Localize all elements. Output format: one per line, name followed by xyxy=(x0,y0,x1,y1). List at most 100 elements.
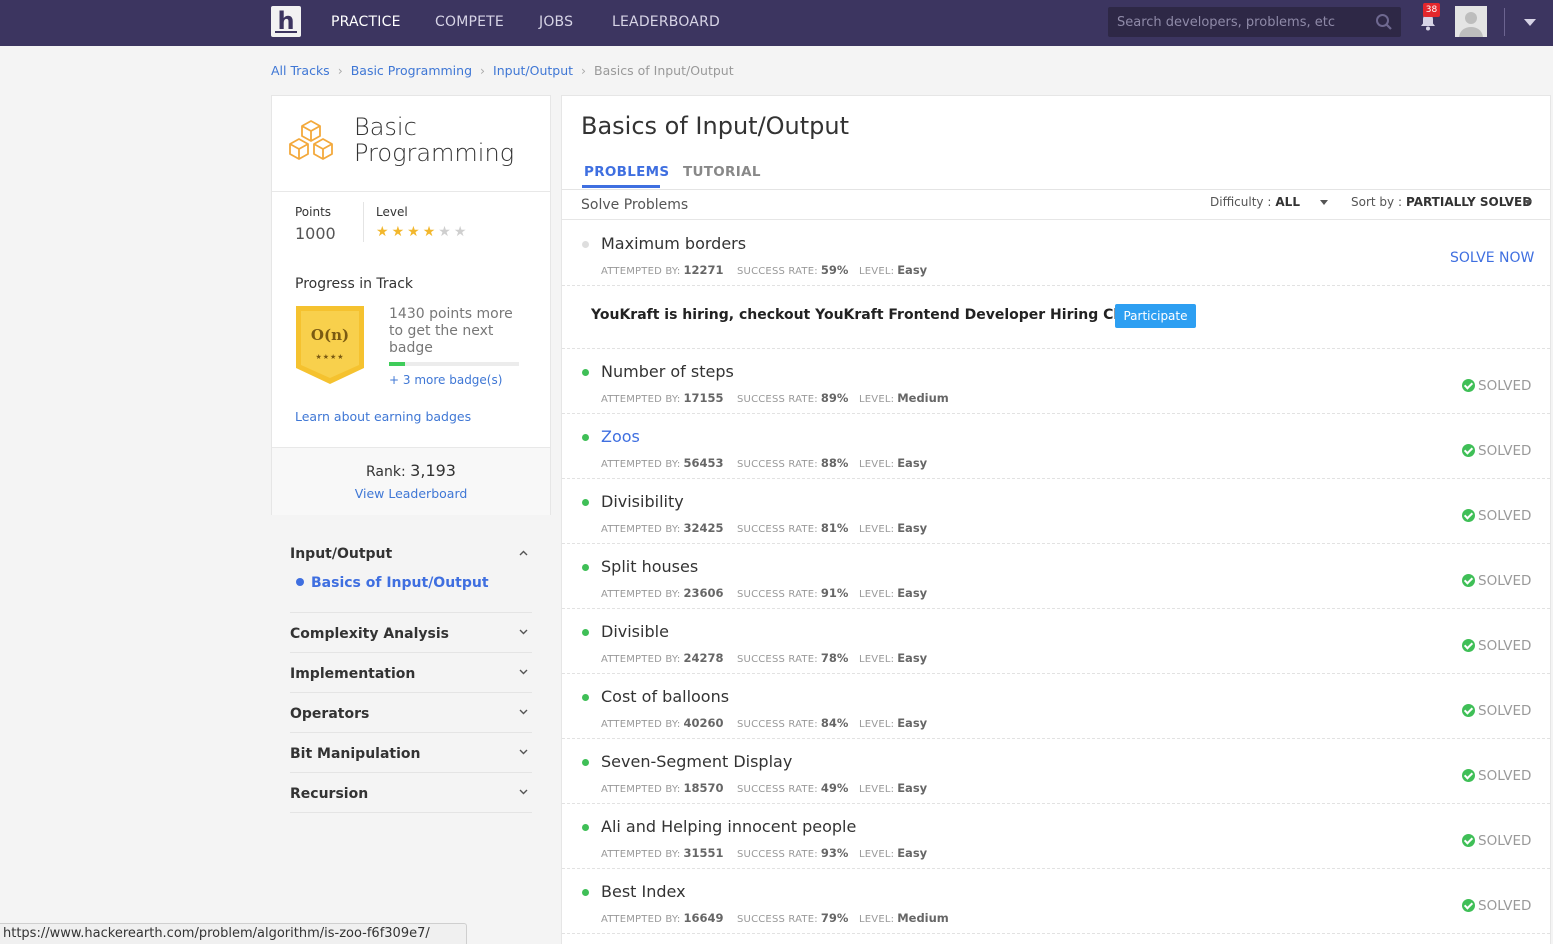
difficulty-level: LEVEL: Easy xyxy=(859,651,928,665)
star-filled-icon: ★ xyxy=(376,224,392,240)
success-rate: SUCCESS RATE: 59% xyxy=(737,263,849,277)
search-icon[interactable] xyxy=(1375,13,1393,31)
chevron-down-icon[interactable] xyxy=(519,789,528,795)
solved-status: SOLVED xyxy=(1462,898,1531,914)
success-rate: SUCCESS RATE: 81% xyxy=(737,521,849,535)
level-label: Level xyxy=(376,205,408,219)
difficulty-level: LEVEL: Easy xyxy=(859,263,928,277)
chevron-down-icon[interactable] xyxy=(519,669,528,675)
track-title: Basic Programming xyxy=(354,113,515,167)
problem-title-link[interactable]: Maximum borders xyxy=(601,234,746,253)
status-dot-icon xyxy=(582,694,589,701)
sort-by-filter[interactable]: Sort by : PARTIALLY SOLVED xyxy=(1351,195,1532,209)
difficulty-level: LEVEL: Medium xyxy=(859,911,949,925)
problem-title-link[interactable]: Ali and Helping innocent people xyxy=(601,817,856,836)
hackerearth-logo[interactable]: h xyxy=(271,6,301,37)
topic-item[interactable]: Complexity Analysis xyxy=(290,613,532,653)
breadcrumb-all-tracks[interactable]: All Tracks xyxy=(271,63,330,78)
tab-problems[interactable]: PROBLEMS xyxy=(584,164,669,180)
nav-practice[interactable]: PRACTICE xyxy=(331,14,401,30)
topic-item[interactable]: Bit Manipulation xyxy=(290,733,532,773)
problem-title-link[interactable]: Divisible xyxy=(601,622,669,641)
nav-leaderboard[interactable]: LEADERBOARD xyxy=(612,14,720,30)
chevron-down-icon[interactable] xyxy=(519,749,528,755)
account-menu-chevron-down-icon[interactable] xyxy=(1524,19,1536,26)
difficulty-level: LEVEL: Easy xyxy=(859,521,928,535)
problem-row[interactable]: Split houses ATTEMPTED BY: 23606 SUCCESS RA… xyxy=(562,549,1550,614)
check-circle-icon xyxy=(1462,769,1475,782)
view-leaderboard-link[interactable]: View Leaderboard xyxy=(272,486,550,501)
browser-status-url: https://www.hackerearth.com/problem/algo… xyxy=(0,923,467,944)
track-card: Basic Programming Points 1000 Level ★★★★★… xyxy=(271,95,551,515)
bullet-icon xyxy=(296,578,304,586)
points-value: 1000 xyxy=(295,224,336,243)
breadcrumb-basic-programming[interactable]: Basic Programming xyxy=(351,63,472,78)
problem-row[interactable]: Cost of balloons ATTEMPTED BY: 40260 SUCCES… xyxy=(562,679,1550,744)
topic-label: Recursion xyxy=(290,786,369,802)
nav-compete[interactable]: COMPETE xyxy=(435,14,504,30)
attempted-by: ATTEMPTED BY: 23606 xyxy=(601,586,724,600)
progress-in-track-title: Progress in Track xyxy=(295,276,414,292)
problem-title-link[interactable]: Number of steps xyxy=(601,362,734,381)
solved-status: SOLVED xyxy=(1462,638,1531,654)
learn-badges-link[interactable]: Learn about earning badges xyxy=(295,409,471,424)
check-circle-icon xyxy=(1462,704,1475,717)
problem-row[interactable]: Seven-Segment Display ATTEMPTED BY: 18570 S… xyxy=(562,744,1550,809)
problem-title-link[interactable]: Split houses xyxy=(601,557,698,576)
check-circle-icon xyxy=(1462,639,1475,652)
avatar-placeholder-icon xyxy=(1455,6,1487,37)
badge-label: O(n) xyxy=(311,326,349,344)
problem-title-link[interactable]: Zoos xyxy=(601,427,640,446)
more-badges-link[interactable]: + 3 more badge(s) xyxy=(389,373,502,387)
search-input[interactable] xyxy=(1108,7,1368,37)
problem-title-link[interactable]: Cost of balloons xyxy=(601,687,729,706)
problem-title-link[interactable]: Seven-Segment Display xyxy=(601,752,792,771)
chevron-down-icon[interactable] xyxy=(519,629,528,635)
status-dot-icon xyxy=(582,759,589,766)
participate-button[interactable]: Participate xyxy=(1115,304,1196,328)
difficulty-level: LEVEL: Medium xyxy=(859,391,949,405)
attempted-by: ATTEMPTED BY: 56453 xyxy=(601,456,724,470)
problem-row[interactable]: Ali and Helping innocent people ATTEMPTED… xyxy=(562,809,1550,874)
status-dot-icon xyxy=(582,564,589,571)
tab-tutorial[interactable]: TUTORIAL xyxy=(683,164,761,180)
solve-now-button[interactable]: SOLVE NOW xyxy=(1450,250,1534,266)
difficulty-filter[interactable]: Difficulty : ALL xyxy=(1210,195,1300,209)
subtopic-basics-io[interactable]: Basics of Input/Output xyxy=(296,575,489,591)
topic-item[interactable]: Implementation xyxy=(290,653,532,693)
success-rate: SUCCESS RATE: 91% xyxy=(737,586,849,600)
difficulty-level: LEVEL: Easy xyxy=(859,586,928,600)
chevron-up-icon[interactable] xyxy=(519,550,528,556)
check-circle-icon xyxy=(1462,444,1475,457)
star-filled-icon: ★ xyxy=(407,224,423,240)
topic-item[interactable]: Operators xyxy=(290,693,532,733)
nav-jobs[interactable]: JOBS xyxy=(539,14,573,30)
user-avatar[interactable] xyxy=(1455,6,1487,37)
topic-item[interactable]: Input/Output Basics of Input/Output xyxy=(290,540,532,613)
breadcrumb-input-output[interactable]: Input/Output xyxy=(493,63,573,78)
status-dot-icon xyxy=(582,369,589,376)
difficulty-chevron-down-icon[interactable] xyxy=(1320,200,1328,205)
status-dot-icon xyxy=(582,241,589,248)
problem-title-link[interactable]: Divisibility xyxy=(601,492,684,511)
difficulty-level: LEVEL: Easy xyxy=(859,781,928,795)
problem-title-link[interactable]: Best Index xyxy=(601,882,686,901)
chevron-down-icon[interactable] xyxy=(519,709,528,715)
problem-row[interactable]: Zoos ATTEMPTED BY: 56453 SUCCESS RATE: 88% LE… xyxy=(562,419,1550,484)
topic-label: Complexity Analysis xyxy=(290,626,449,642)
sort-chevron-down-icon[interactable] xyxy=(1524,200,1532,205)
solve-problems-label: Solve Problems xyxy=(581,197,689,213)
topic-item[interactable]: Recursion xyxy=(290,773,532,813)
attempted-by: ATTEMPTED BY: 16649 xyxy=(601,911,724,925)
solved-status: SOLVED xyxy=(1462,703,1531,719)
rank-value: 3,193 xyxy=(410,461,456,480)
problem-row[interactable]: Divisible ATTEMPTED BY: 24278 SUCCESS RATE:… xyxy=(562,614,1550,679)
problem-row[interactable]: Maximum borders ATTEMPTED BY: 12271 SUCCESS… xyxy=(562,226,1550,291)
star-empty-icon: ★ xyxy=(438,224,454,240)
cubes-icon xyxy=(289,120,333,160)
success-rate: SUCCESS RATE: 84% xyxy=(737,716,849,730)
problem-row[interactable]: Number of steps ATTEMPTED BY: 17155 SUCCESS… xyxy=(562,354,1550,419)
problem-row[interactable]: Best Index ATTEMPTED BY: 16649 SUCCESS RATE… xyxy=(562,874,1550,939)
topic-label: Input/Output xyxy=(290,546,393,562)
problem-row[interactable]: Divisibility ATTEMPTED BY: 32425 SUCCESS RA… xyxy=(562,484,1550,549)
